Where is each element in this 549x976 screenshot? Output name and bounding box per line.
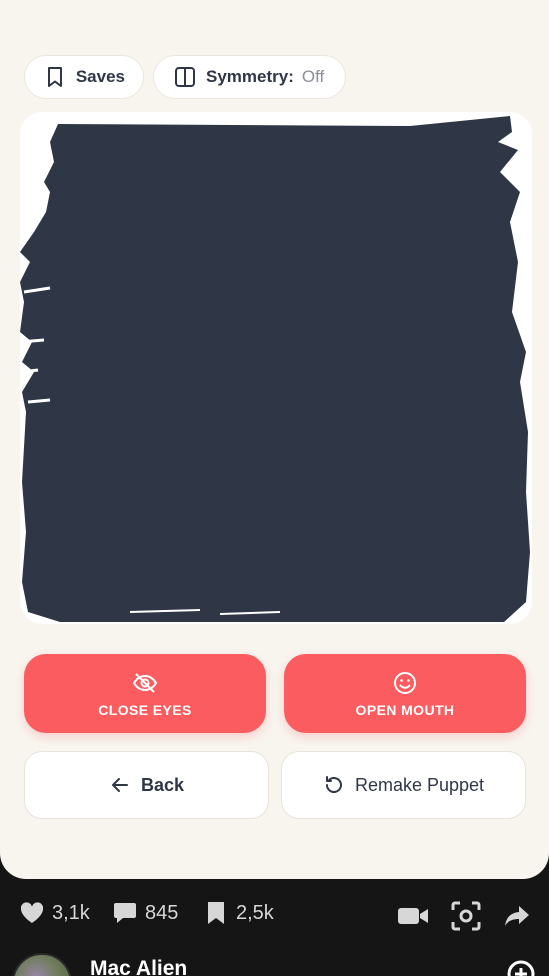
bookmark-icon <box>202 899 230 927</box>
close-eyes-label: CLOSE EYES <box>98 701 192 718</box>
video-camera-button[interactable] <box>396 899 430 933</box>
eye-off-icon <box>132 670 158 696</box>
like-button[interactable]: 3,1k <box>18 899 90 927</box>
comments-count: 845 <box>145 901 179 924</box>
refresh-icon <box>323 774 345 796</box>
share-arrow-icon <box>505 906 529 926</box>
bookmarks-count: 2,5k <box>236 901 274 924</box>
username[interactable]: Mac Alien <box>90 957 187 976</box>
puppet-editor-panel: Saves Symmetry: Off CLOSE EYES OPEN MOUT… <box>0 0 549 879</box>
open-mouth-label: OPEN MOUTH <box>355 701 455 718</box>
arrow-left-icon <box>109 774 131 796</box>
bookmarks-button[interactable]: 2,5k <box>202 899 274 927</box>
heart-icon <box>18 899 46 927</box>
add-button[interactable] <box>505 958 537 976</box>
share-button[interactable] <box>500 899 534 933</box>
remake-puppet-button[interactable]: Remake Puppet <box>281 751 526 819</box>
saves-label: Saves <box>75 67 125 86</box>
camera-scan-icon <box>451 901 481 931</box>
symmetry-toggle[interactable]: Symmetry: Off <box>153 55 346 99</box>
chat-bubble-icon <box>111 899 139 927</box>
comments-button[interactable]: 845 <box>111 899 178 927</box>
camera-scan-button[interactable] <box>449 899 483 933</box>
smile-icon <box>392 670 418 696</box>
open-mouth-button[interactable]: OPEN MOUTH <box>284 654 526 733</box>
symmetry-value: Off <box>301 67 325 86</box>
remake-label: Remake Puppet <box>354 774 485 795</box>
add-icon <box>507 960 535 976</box>
split-square-icon <box>174 66 196 88</box>
saves-button[interactable]: Saves <box>24 55 144 99</box>
bookmark-outline-icon <box>45 66 66 88</box>
symmetry-label: Symmetry: <box>206 67 294 86</box>
back-button[interactable]: Back <box>24 751 269 819</box>
back-label: Back <box>140 774 185 795</box>
video-camera-icon <box>398 908 428 924</box>
close-eyes-button[interactable]: CLOSE EYES <box>24 654 266 733</box>
drawing-canvas[interactable] <box>20 112 532 624</box>
likes-count: 3,1k <box>52 901 90 924</box>
drawing-strokes <box>20 116 530 622</box>
